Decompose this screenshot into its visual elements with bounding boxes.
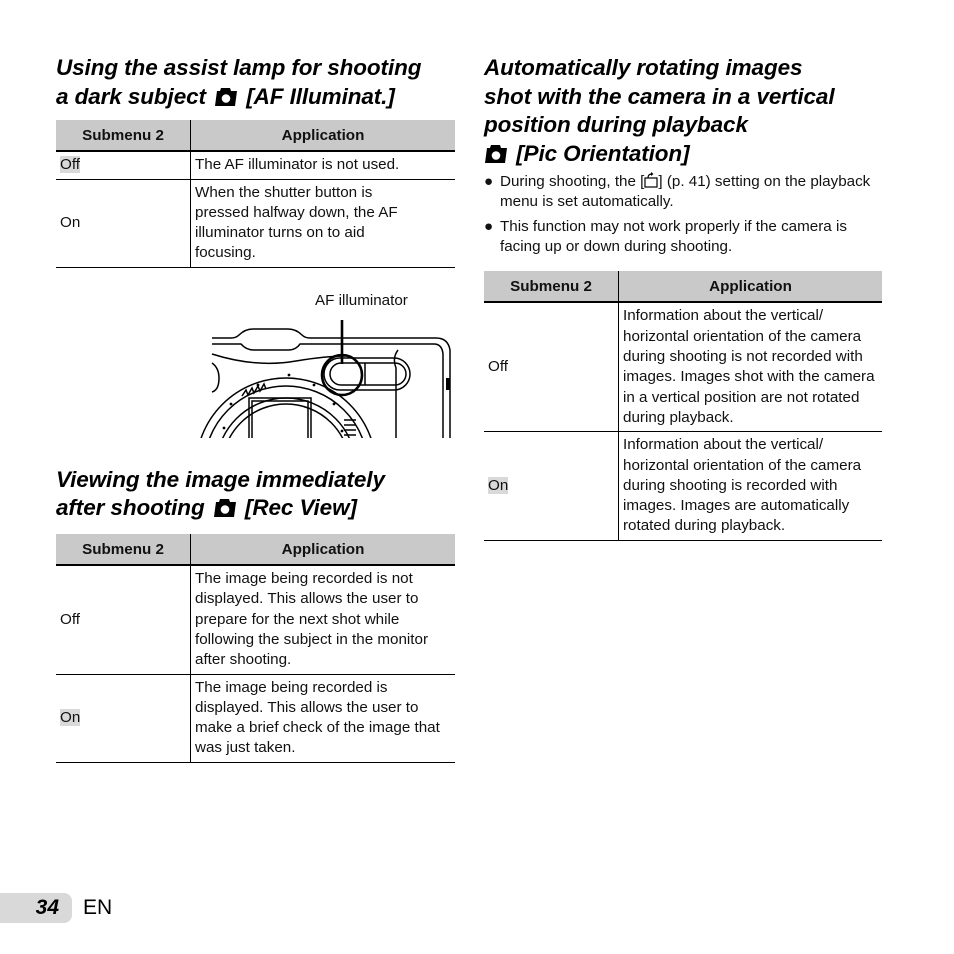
rec-view-title: Viewing the image immediately after shoo… <box>56 466 455 523</box>
option-on: On <box>60 214 81 232</box>
title-line: shot with the camera in a vertical <box>484 83 835 109</box>
title-line: a dark subject <box>56 83 206 109</box>
application-text: The AF illuminator is not used. <box>190 151 455 180</box>
title-line: Automatically rotating images <box>484 55 803 80</box>
camera-icon <box>214 87 238 107</box>
bullet-text: This function may not work properly if t… <box>500 217 847 255</box>
list-item: ● This function may not work properly if… <box>484 217 882 258</box>
option-off: Off <box>488 358 508 376</box>
camera-front-illustration <box>200 319 451 438</box>
bullet-icon: ● <box>484 217 494 235</box>
pic-orientation-table: Submenu 2 Application Off Information ab… <box>484 271 882 541</box>
left-column: Using the assist lamp for shooting a dar… <box>56 54 455 763</box>
af-illuminat-title: Using the assist lamp for shooting a dar… <box>56 54 455 111</box>
list-item: ● During shooting, the [] (p. 41) settin… <box>484 172 882 213</box>
table-row: On Information about the vertical/ horiz… <box>484 431 882 541</box>
option-off: Off <box>60 610 80 628</box>
application-text: Information about the vertical/ horizont… <box>618 431 882 541</box>
application-text: The image being recorded is displayed. T… <box>190 674 455 763</box>
header-submenu: Submenu 2 <box>484 271 619 304</box>
pic-orientation-title: Automatically rotating images shot with … <box>484 54 882 168</box>
header-application: Application <box>190 533 455 567</box>
option-on: On <box>488 476 509 494</box>
af-illuminator-figure: AF illuminator <box>56 268 455 438</box>
bullet-icon: ● <box>484 173 494 190</box>
table-row: On When the shutter button is pressed ha… <box>56 179 455 268</box>
header-application: Application <box>190 120 455 153</box>
title-line: Using the assist lamp for shooting <box>56 55 422 80</box>
camera-icon <box>213 498 237 518</box>
table-row: Off The AF illuminator is not used. <box>56 151 455 180</box>
application-text: Information about the vertical/ horizont… <box>618 302 882 433</box>
table-row: On The image being recorded is displayed… <box>56 674 455 763</box>
application-text-content: When the shutter button is pressed halfw… <box>195 183 398 262</box>
af-illuminat-table: Submenu 2 Application Off The AF illumin… <box>56 120 455 268</box>
camera-icon <box>484 144 508 164</box>
right-column: Automatically rotating images shot with … <box>484 54 882 541</box>
title-line: Viewing the image immediately <box>56 466 385 492</box>
option-off: Off <box>60 156 80 174</box>
title-line: position during playback <box>484 112 748 137</box>
page-number: 34 <box>0 893 72 923</box>
header-submenu: Submenu 2 <box>56 533 191 567</box>
application-text: The image being recorded is not displaye… <box>190 565 455 675</box>
application-text: When the shutter button is pressed halfw… <box>190 179 455 268</box>
table-row: Off The image being recorded is not disp… <box>56 565 455 675</box>
notes-list: ● During shooting, the [] (p. 41) settin… <box>484 172 882 257</box>
header-submenu: Submenu 2 <box>56 120 191 153</box>
table-row: Off Information about the vertical/ hori… <box>484 302 882 433</box>
rotate-icon <box>644 172 658 188</box>
option-on: On <box>60 709 81 726</box>
bullet-text: During shooting, the [ <box>500 173 645 190</box>
title-line: [Rec View] <box>244 495 357 521</box>
language-code: EN <box>83 896 113 919</box>
title-line: after shooting <box>56 495 205 521</box>
header-application: Application <box>618 271 882 304</box>
title-line: [AF Illuminat.] <box>246 83 395 109</box>
title-line: [Pic Orientation] <box>516 140 690 166</box>
rec-view-table: Submenu 2 Application Off The image bein… <box>56 533 455 763</box>
